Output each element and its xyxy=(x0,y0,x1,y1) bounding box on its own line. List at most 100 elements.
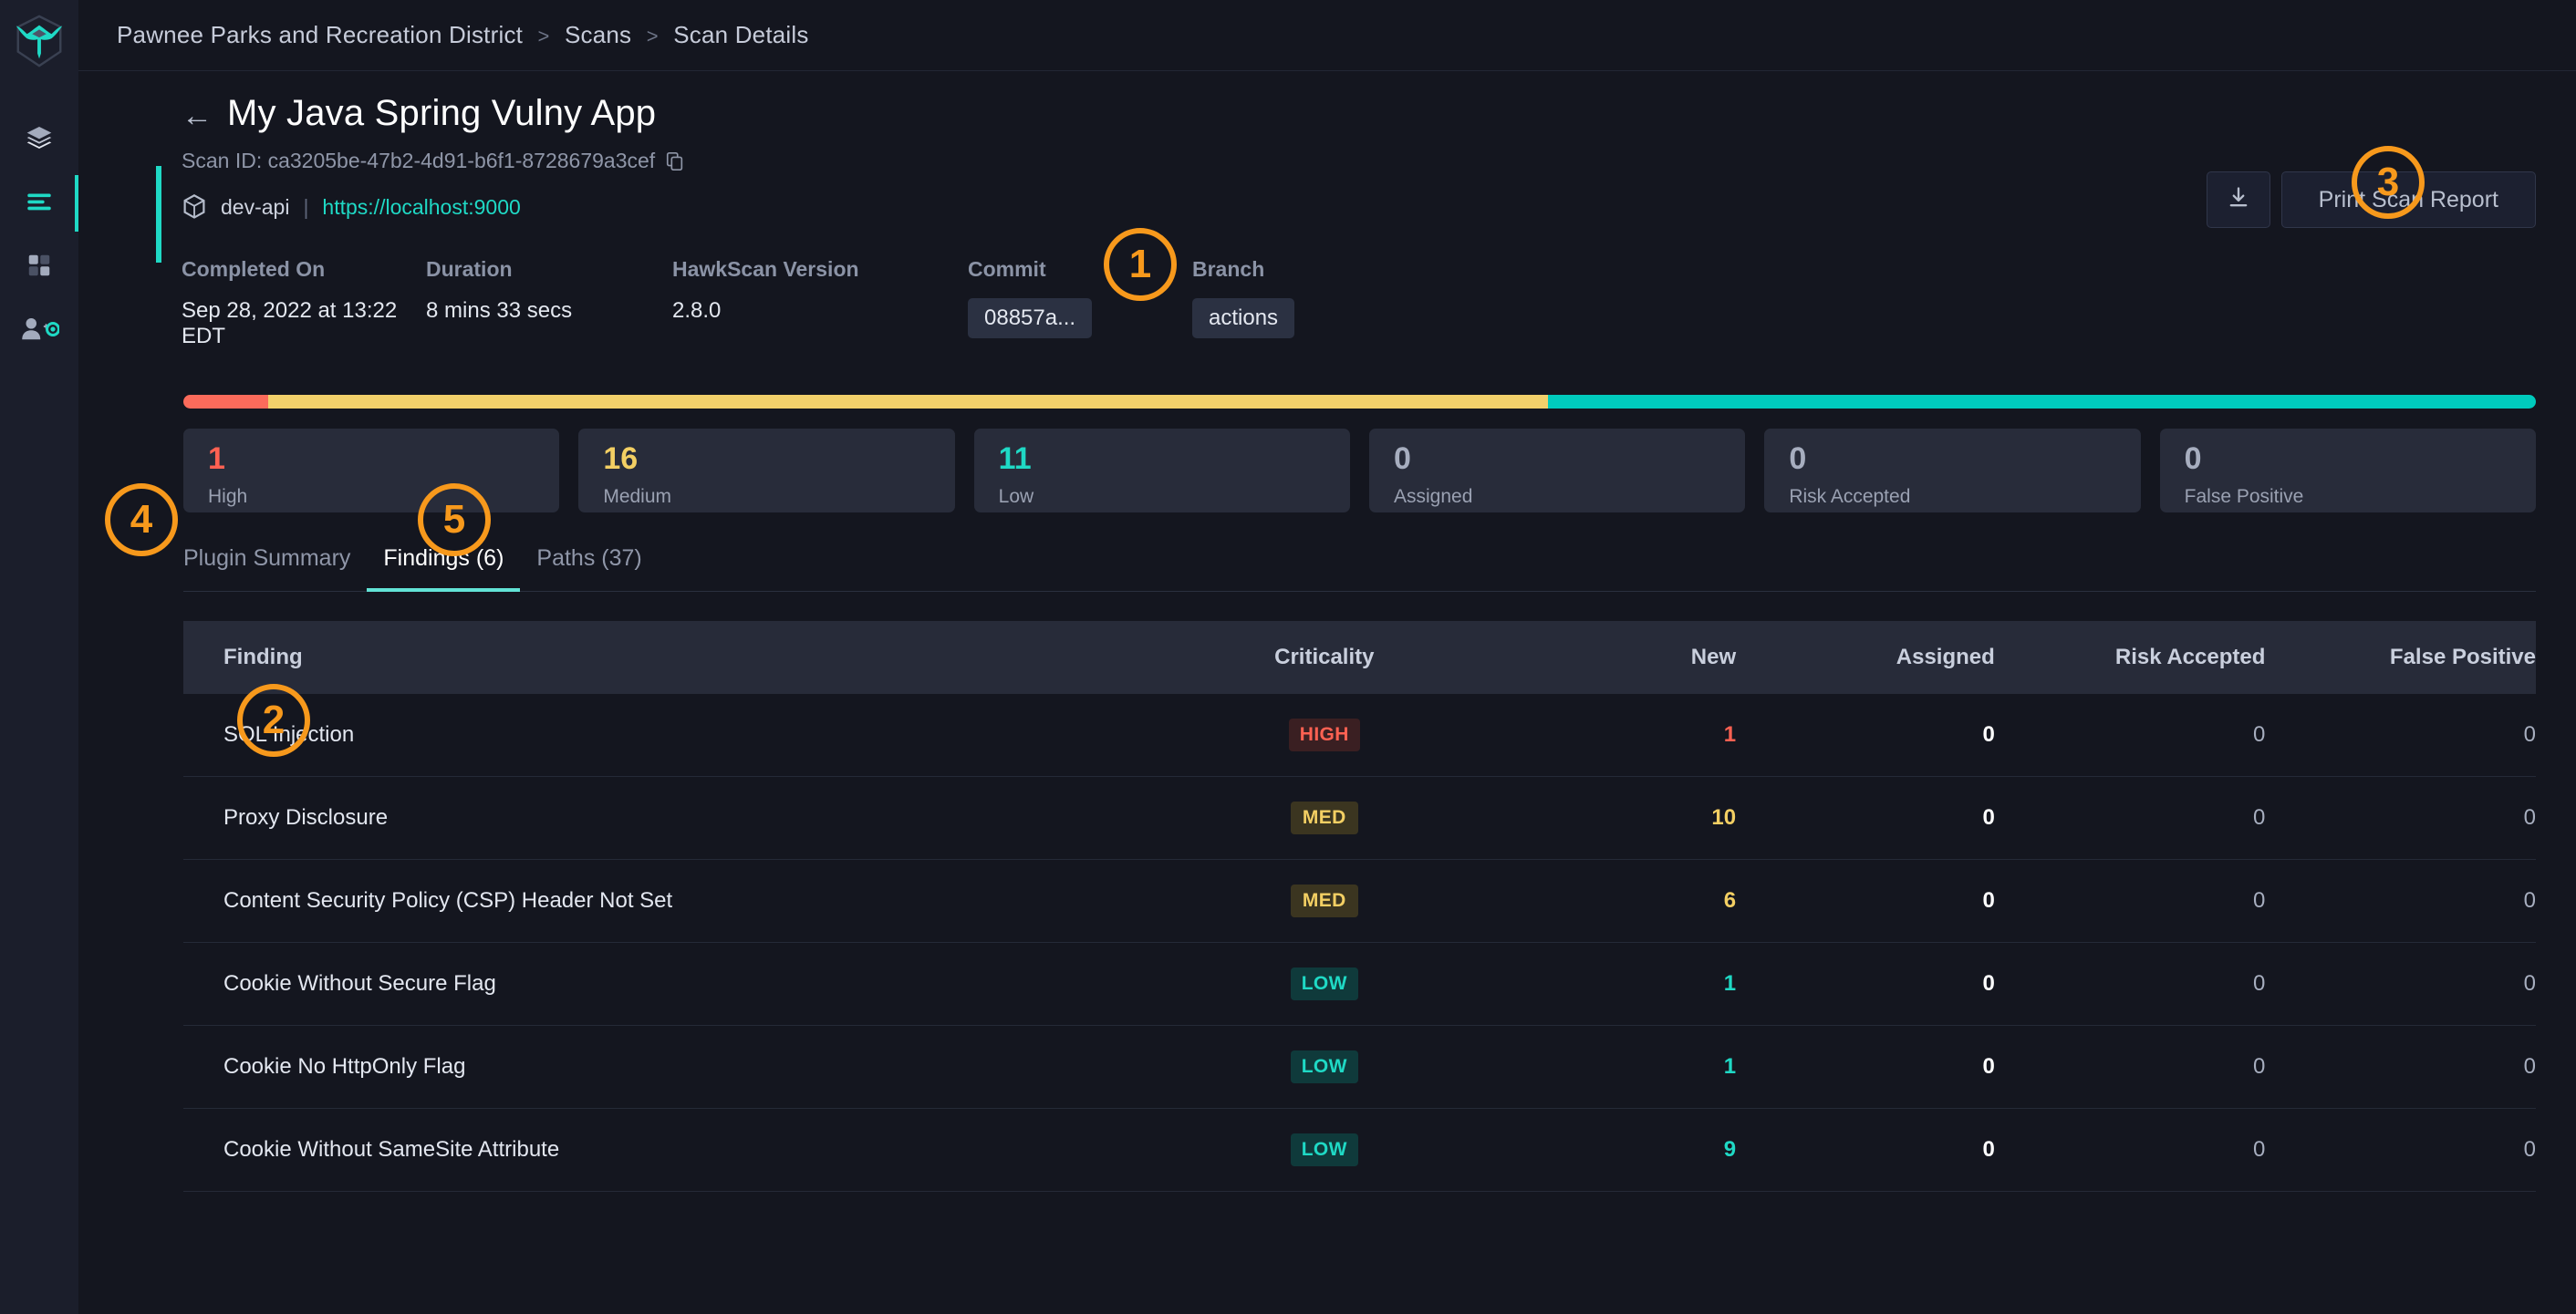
page-title: My Java Spring Vulny App xyxy=(227,93,656,134)
list-icon xyxy=(24,186,55,222)
cell-finding[interactable]: Cookie Without SameSite Attribute xyxy=(183,1109,1171,1192)
status-badge: HIGH xyxy=(1289,719,1360,751)
cell-false-positive: 0 xyxy=(2265,777,2536,860)
table-row[interactable]: Cookie Without Secure FlagLOW1000 xyxy=(183,943,2536,1026)
callout-marker-1: 1 xyxy=(1104,228,1177,301)
cell-new[interactable]: 9 xyxy=(1477,1109,1736,1192)
col-risk-accepted[interactable]: Risk Accepted xyxy=(1995,621,2266,694)
cell-assigned: 0 xyxy=(1736,777,1995,860)
commit-chip[interactable]: 08857a... xyxy=(968,298,1092,338)
table-row[interactable]: SQL InjectionHIGH1000 xyxy=(183,694,2536,777)
environment-name: dev-api xyxy=(221,195,289,220)
col-false-positive[interactable]: False Positive xyxy=(2265,621,2536,694)
col-new[interactable]: New xyxy=(1477,621,1736,694)
stat-cards: 1 High 16 Medium 11 Low 0 Assigned 0 R xyxy=(183,429,2536,512)
sidebar-item-apps[interactable] xyxy=(0,235,78,299)
stat-card-medium[interactable]: 16 Medium xyxy=(578,429,954,512)
breadcrumb-separator-2: > xyxy=(647,25,659,47)
stat-card-false-positive[interactable]: 0 False Positive xyxy=(2160,429,2536,512)
cell-new[interactable]: 1 xyxy=(1477,1026,1736,1109)
cell-assigned: 0 xyxy=(1736,694,1995,777)
stat-label: Assigned xyxy=(1394,486,1745,508)
target-row: dev-api | https://localhost:9000 xyxy=(78,193,2576,221)
target-url-link[interactable]: https://localhost:9000 xyxy=(322,195,520,220)
download-icon xyxy=(2226,185,2251,215)
stat-card-low[interactable]: 11 Low xyxy=(974,429,1350,512)
col-criticality[interactable]: Criticality xyxy=(1171,621,1477,694)
severity-segment-high xyxy=(183,395,268,409)
sidebar-item-scans[interactable] xyxy=(0,171,78,235)
status-badge: LOW xyxy=(1291,967,1358,1000)
cell-criticality: LOW xyxy=(1171,943,1477,1026)
col-assigned[interactable]: Assigned xyxy=(1736,621,1995,694)
meta-label: Duration xyxy=(426,257,672,282)
cell-finding[interactable]: Proxy Disclosure xyxy=(183,777,1171,860)
breadcrumb-current: Scan Details xyxy=(673,21,808,48)
callout-marker-5: 5 xyxy=(418,483,491,556)
breadcrumb-org[interactable]: Pawnee Parks and Recreation District xyxy=(117,21,523,48)
meta-label: HawkScan Version xyxy=(672,257,968,282)
sidebar-item-users[interactable] xyxy=(0,299,78,363)
sidebar-item-layers[interactable] xyxy=(0,108,78,171)
stat-card-assigned[interactable]: 0 Assigned xyxy=(1369,429,1745,512)
cell-finding[interactable]: Cookie No HttpOnly Flag xyxy=(183,1026,1171,1109)
cell-risk-accepted: 0 xyxy=(1995,777,2266,860)
cell-risk-accepted: 0 xyxy=(1995,694,2266,777)
meta-branch: Branch actions xyxy=(1192,257,1429,349)
meta-duration: Duration 8 mins 33 secs xyxy=(426,257,672,349)
table-row[interactable]: Cookie No HttpOnly FlagLOW1000 xyxy=(183,1026,2536,1109)
cell-risk-accepted: 0 xyxy=(1995,860,2266,943)
cell-criticality: HIGH xyxy=(1171,694,1477,777)
cell-new[interactable]: 1 xyxy=(1477,943,1736,1026)
stat-card-high[interactable]: 1 High xyxy=(183,429,559,512)
cell-criticality: LOW xyxy=(1171,1109,1477,1192)
col-finding[interactable]: Finding xyxy=(183,621,1171,694)
severity-distribution-bar xyxy=(183,395,2536,409)
cell-false-positive: 0 xyxy=(2265,943,2536,1026)
layers-icon xyxy=(25,123,54,157)
table-row[interactable]: Proxy DisclosureMED10000 xyxy=(183,777,2536,860)
scan-header: ← My Java Spring Vulny App Scan ID: ca32… xyxy=(78,71,2576,349)
arrow-left-icon[interactable]: ← xyxy=(182,100,213,131)
stat-value: 11 xyxy=(999,443,1350,474)
tab-plugin-summary[interactable]: Plugin Summary xyxy=(183,545,367,592)
stat-label: Risk Accepted xyxy=(1789,486,2140,508)
hawk-logo-icon[interactable] xyxy=(11,13,68,69)
copy-icon[interactable] xyxy=(665,150,685,172)
scan-details-content: ← My Java Spring Vulny App Scan ID: ca32… xyxy=(78,71,2576,1314)
cube-icon xyxy=(182,193,207,221)
cell-assigned: 0 xyxy=(1736,860,1995,943)
left-sidebar xyxy=(0,0,78,1314)
cell-finding[interactable]: Content Security Policy (CSP) Header Not… xyxy=(183,860,1171,943)
target-divider: | xyxy=(303,195,308,220)
cell-new[interactable]: 10 xyxy=(1477,777,1736,860)
table-row[interactable]: Cookie Without SameSite AttributeLOW9000 xyxy=(183,1109,2536,1192)
branch-chip[interactable]: actions xyxy=(1192,298,1294,338)
cell-false-positive: 0 xyxy=(2265,1109,2536,1192)
main-area: Pawnee Parks and Recreation District > S… xyxy=(78,0,2576,1314)
cell-risk-accepted: 0 xyxy=(1995,1109,2266,1192)
cell-risk-accepted: 0 xyxy=(1995,943,2266,1026)
cell-false-positive: 0 xyxy=(2265,860,2536,943)
download-report-button[interactable] xyxy=(2207,171,2270,228)
user-add-icon xyxy=(19,316,59,347)
stat-value: 0 xyxy=(1394,443,1745,474)
stat-value: 1 xyxy=(208,443,559,474)
breadcrumb-scans[interactable]: Scans xyxy=(565,21,631,48)
cell-false-positive: 0 xyxy=(2265,694,2536,777)
cell-new[interactable]: 1 xyxy=(1477,694,1736,777)
cell-new[interactable]: 6 xyxy=(1477,860,1736,943)
scan-id-text: Scan ID: ca3205be-47b2-4d91-b6f1-8728679… xyxy=(182,149,655,173)
meta-value: Sep 28, 2022 at 13:22 EDT xyxy=(182,298,426,349)
cell-assigned: 0 xyxy=(1736,943,1995,1026)
cell-finding[interactable]: SQL Injection xyxy=(183,694,1171,777)
meta-value: 8 mins 33 secs xyxy=(426,298,672,324)
cell-finding[interactable]: Cookie Without Secure Flag xyxy=(183,943,1171,1026)
cell-criticality: LOW xyxy=(1171,1026,1477,1109)
meta-value: 2.8.0 xyxy=(672,298,968,324)
tab-paths[interactable]: Paths (37) xyxy=(520,545,658,592)
table-row[interactable]: Content Security Policy (CSP) Header Not… xyxy=(183,860,2536,943)
stat-card-risk-accepted[interactable]: 0 Risk Accepted xyxy=(1764,429,2140,512)
findings-table-head: Finding Criticality New Assigned Risk Ac… xyxy=(183,621,2536,694)
callout-marker-2: 2 xyxy=(237,684,310,757)
